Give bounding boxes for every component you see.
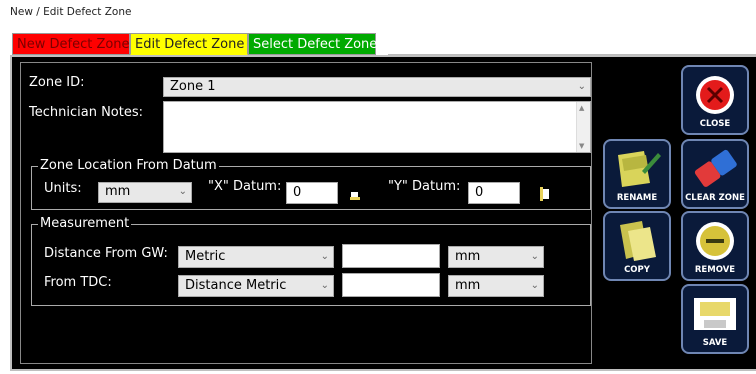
rename-label: RENAME	[616, 193, 658, 203]
eraser-icon	[694, 149, 737, 187]
units-select[interactable]: mm ⌄	[98, 182, 192, 203]
y-datum-label: "Y" Datum:	[388, 179, 461, 194]
zone-id-select[interactable]: Zone 1 ⌄	[163, 77, 591, 97]
distance-from-gw-input[interactable]	[342, 244, 440, 268]
save-button[interactable]: SAVE	[681, 284, 749, 354]
notes-scrollbar[interactable]: ▲ ▼	[576, 102, 590, 152]
tab-select-defect-zone[interactable]: Select Defect Zone	[248, 33, 377, 55]
x-datum-picker-icon[interactable]	[350, 191, 360, 201]
clear-zone-label: CLEAR ZONE	[685, 193, 745, 203]
chevron-down-icon: ⌄	[178, 186, 187, 197]
x-datum-label: "X" Datum:	[208, 179, 282, 194]
distance-from-gw-label: Distance From GW:	[44, 246, 168, 261]
rename-button[interactable]: RENAME	[603, 139, 671, 209]
technician-notes-input[interactable]: ▲ ▼	[163, 101, 591, 153]
remove-icon	[696, 222, 734, 260]
y-datum-value: 0	[475, 185, 484, 200]
scroll-down-icon[interactable]: ▼	[579, 142, 584, 150]
x-datum-input[interactable]: 0	[286, 182, 338, 204]
remove-button[interactable]: REMOVE	[681, 211, 749, 281]
from-tdc-type-select[interactable]: Distance Metric ⌄	[178, 275, 334, 297]
from-tdc-unit: mm	[455, 278, 481, 293]
copy-button[interactable]: COPY	[603, 211, 671, 281]
window-title: New / Edit Defect Zone	[10, 6, 132, 18]
close-button[interactable]: CLOSE	[681, 65, 749, 135]
zone-id-label: Zone ID:	[29, 75, 85, 90]
copy-label: COPY	[624, 265, 650, 275]
distance-from-gw-type-select[interactable]: Metric ⌄	[178, 246, 334, 268]
from-tdc-unit-select[interactable]: mm ⌄	[448, 275, 544, 297]
close-label: CLOSE	[699, 119, 731, 129]
y-datum-picker-icon[interactable]	[540, 187, 550, 201]
units-value: mm	[105, 184, 131, 199]
zone-id-value: Zone 1	[170, 79, 216, 94]
from-tdc-type: Distance Metric	[185, 278, 287, 293]
distance-from-gw-unit-select[interactable]: mm ⌄	[448, 246, 544, 268]
units-label: Units:	[44, 181, 82, 196]
clear-zone-button[interactable]: CLEAR ZONE	[681, 139, 749, 209]
chevron-down-icon: ⌄	[530, 280, 539, 291]
rename-icon	[618, 151, 661, 187]
remove-label: REMOVE	[694, 265, 736, 275]
copy-icon	[620, 221, 656, 261]
save-icon	[694, 298, 736, 330]
tab-new-defect-zone[interactable]: New Defect Zone	[12, 33, 130, 55]
scroll-up-icon[interactable]: ▲	[579, 104, 584, 112]
from-tdc-label: From TDC:	[44, 275, 112, 290]
close-icon	[696, 76, 734, 114]
chevron-down-icon: ⌄	[577, 81, 586, 92]
chevron-down-icon: ⌄	[530, 251, 539, 262]
distance-from-gw-type: Metric	[185, 249, 226, 264]
measurement-title: Measurement	[38, 216, 132, 232]
distance-from-gw-unit: mm	[455, 249, 481, 264]
measurement-group: Measurement Distance From GW: Metric ⌄ m…	[31, 216, 591, 306]
zone-form: Zone ID: Zone 1 ⌄ Technician Notes: ▲ ▼ …	[20, 62, 592, 364]
from-tdc-input[interactable]	[342, 273, 440, 297]
tab-strip: New Defect Zone Edit Defect Zone Select …	[12, 33, 377, 55]
technician-notes-label: Technician Notes:	[29, 105, 143, 120]
save-label: SAVE	[702, 338, 728, 348]
chevron-down-icon: ⌄	[320, 251, 329, 262]
chevron-down-icon: ⌄	[320, 280, 329, 291]
y-datum-input[interactable]: 0	[468, 182, 520, 204]
tab-edit-defect-zone[interactable]: Edit Defect Zone	[130, 33, 248, 55]
zone-location-title: Zone Location From Datum	[38, 158, 219, 174]
zone-location-group: Zone Location From Datum Units: mm ⌄ "X"…	[31, 158, 591, 210]
x-datum-value: 0	[293, 185, 302, 200]
